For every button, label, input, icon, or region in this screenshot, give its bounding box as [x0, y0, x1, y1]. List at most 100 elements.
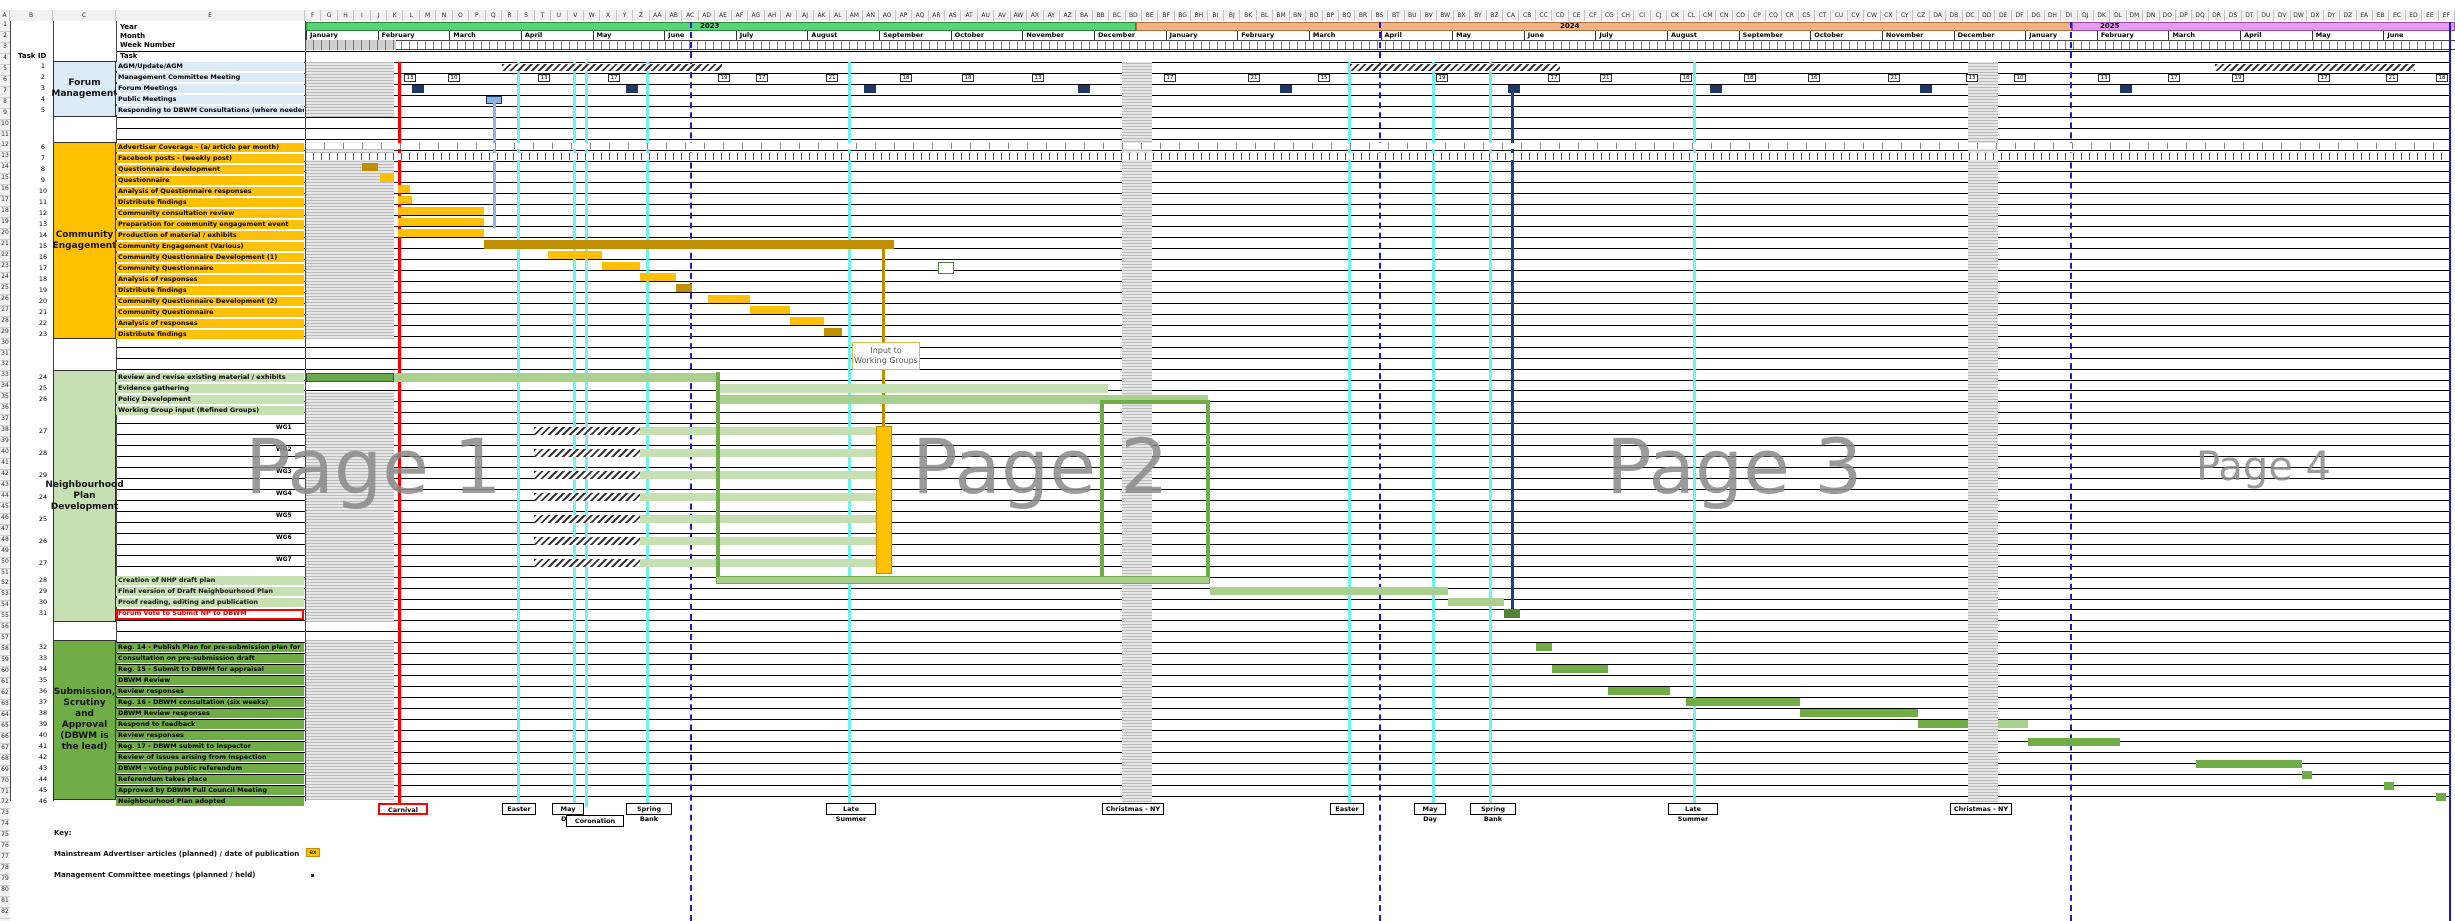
plan-task-label[interactable]: Creation of NHP draft plan [116, 576, 304, 585]
row-header[interactable]: 34 [0, 382, 10, 394]
community-task-label[interactable]: Distribute findings [116, 286, 304, 295]
row-header[interactable]: 63 [0, 699, 10, 711]
row-header[interactable]: 73 [0, 809, 10, 821]
forum-task-label[interactable]: Forum Meetings [116, 84, 304, 93]
row-header[interactable]: 40 [0, 448, 10, 460]
row-header[interactable]: 69 [0, 765, 10, 777]
submission-task-label[interactable]: DBWM Review [116, 676, 304, 685]
row-header[interactable]: 43 [0, 480, 10, 492]
plan-task-label[interactable]: Review and revise existing material / ex… [116, 373, 304, 382]
row-header[interactable]: 20 [0, 229, 10, 241]
row-header[interactable]: 56 [0, 623, 10, 635]
row-header[interactable]: 77 [0, 853, 10, 865]
row-header[interactable]: 32 [0, 360, 10, 372]
row-header[interactable]: 29 [0, 327, 10, 339]
submission-task-label[interactable]: Referendum takes place [116, 775, 304, 784]
row-header[interactable]: 60 [0, 667, 10, 679]
row-header[interactable]: 62 [0, 688, 10, 700]
forum-task-label[interactable]: Public Meetings [116, 95, 304, 104]
row-header[interactable]: 25 [0, 283, 10, 295]
row-header[interactable]: 74 [0, 820, 10, 832]
row-header[interactable]: 17 [0, 196, 10, 208]
row-header[interactable]: 68 [0, 754, 10, 766]
row-header[interactable]: 26 [0, 294, 10, 306]
row-header[interactable]: 9 [0, 108, 10, 120]
row-header[interactable]: 24 [0, 272, 10, 284]
row-header[interactable]: 45 [0, 502, 10, 514]
community-task-label[interactable]: Community Questionnaire [116, 308, 304, 317]
submission-task-label[interactable]: Reg. 14 - Publish Plan for pre-submissio… [116, 643, 304, 652]
submission-task-label[interactable]: DBWM Review responses [116, 709, 304, 718]
submission-task-label[interactable]: DBWM - voting public referendum [116, 764, 304, 773]
community-task-label[interactable]: Community Engagement (Various) [116, 242, 304, 251]
submission-task-label[interactable]: Review responses [116, 731, 304, 740]
row-header[interactable]: 57 [0, 634, 10, 646]
row-header[interactable]: 6 [0, 75, 10, 87]
row-header[interactable]: 53 [0, 590, 10, 602]
row-header[interactable]: 12 [0, 141, 10, 153]
submission-task-label[interactable]: Review responses [116, 687, 304, 696]
row-header[interactable]: 80 [0, 886, 10, 898]
community-task-label[interactable]: Facebook posts - (weekly post) [116, 154, 304, 163]
submission-task-label[interactable]: Consultation on pre-submission draft [116, 654, 304, 663]
row-header[interactable]: 2 [0, 31, 10, 43]
plan-task-label[interactable]: Working Group input (Refined Groups) [116, 406, 304, 415]
row-header[interactable]: 41 [0, 459, 10, 470]
row-header[interactable]: 55 [0, 612, 10, 624]
row-header[interactable]: 39 [0, 437, 10, 449]
row-header[interactable]: 61 [0, 678, 10, 689]
row-header[interactable]: 27 [0, 305, 10, 317]
row-header[interactable]: 3 [0, 42, 10, 54]
row-header[interactable]: 48 [0, 535, 10, 547]
plan-task-label[interactable]: Proof reading, editing and publication [116, 598, 304, 607]
community-task-label[interactable]: Community Questionnaire [116, 264, 304, 273]
forum-task-label[interactable]: Management Committee Meeting [116, 73, 304, 82]
row-header[interactable]: 65 [0, 721, 10, 733]
community-task-label[interactable]: Distribute findings [116, 198, 304, 207]
row-header[interactable]: 50 [0, 557, 10, 569]
row-header[interactable]: 33 [0, 371, 10, 383]
row-header[interactable]: 49 [0, 546, 10, 558]
row-header[interactable]: 8 [0, 97, 10, 109]
row-header[interactable]: 1 [0, 21, 10, 32]
row-header[interactable]: 23 [0, 261, 10, 273]
row-header[interactable]: 71 [0, 787, 10, 799]
submission-task-label[interactable]: Approved by DBWM Full Council Meeting [116, 786, 304, 795]
row-header[interactable]: 16 [0, 185, 10, 197]
row-header[interactable]: 44 [0, 491, 10, 503]
row-header[interactable]: 64 [0, 710, 10, 722]
plan-task-label[interactable]: Policy Development [116, 395, 304, 404]
row-header[interactable]: 58 [0, 645, 10, 657]
community-task-label[interactable]: Questionnaire development [116, 165, 304, 174]
community-task-label[interactable]: Questionnaire [116, 176, 304, 185]
row-header[interactable]: 30 [0, 338, 10, 350]
submission-task-label[interactable]: Review of issues arising from Inspection [116, 753, 304, 762]
row-header[interactable]: 72 [0, 798, 10, 810]
submission-task-label[interactable]: Reg. 15 - Submit to DBWM for appraisal [116, 665, 304, 674]
row-header[interactable]: 66 [0, 732, 10, 744]
row-header[interactable]: 14 [0, 163, 10, 175]
row-header[interactable]: 67 [0, 743, 10, 755]
community-task-label[interactable]: Preparation for community engagement eve… [116, 220, 304, 229]
submission-task-label[interactable]: Respond to feedback [116, 720, 304, 729]
row-header[interactable]: 18 [0, 207, 10, 219]
community-task-label[interactable]: Community Questionnaire Development (2) [116, 297, 304, 306]
forum-task-label[interactable]: AGM/Update/AGM [116, 62, 304, 71]
row-header[interactable]: 36 [0, 404, 10, 416]
row-header[interactable]: 78 [0, 864, 10, 876]
row-header[interactable]: 13 [0, 152, 10, 164]
column-header[interactable]: A [0, 10, 10, 21]
community-task-label[interactable]: Analysis of responses [116, 275, 304, 284]
submission-task-label[interactable]: Reg. 16 - DBWM consultation (six weeks) [116, 698, 304, 707]
row-header[interactable]: 11 [0, 130, 10, 142]
community-task-label[interactable]: Community consultation review [116, 209, 304, 218]
row-header[interactable]: 21 [0, 240, 10, 251]
row-header[interactable]: 76 [0, 842, 10, 854]
submission-task-label[interactable]: Neighbourhood Plan adopted [116, 797, 304, 806]
column-header[interactable]: C [53, 10, 116, 21]
row-header[interactable]: 54 [0, 601, 10, 613]
small-green-checkbox[interactable] [938, 262, 954, 274]
community-task-label[interactable]: Production of material / exhibits [116, 231, 304, 240]
row-header[interactable]: 82 [0, 907, 10, 919]
row-header[interactable]: 4 [0, 53, 10, 65]
